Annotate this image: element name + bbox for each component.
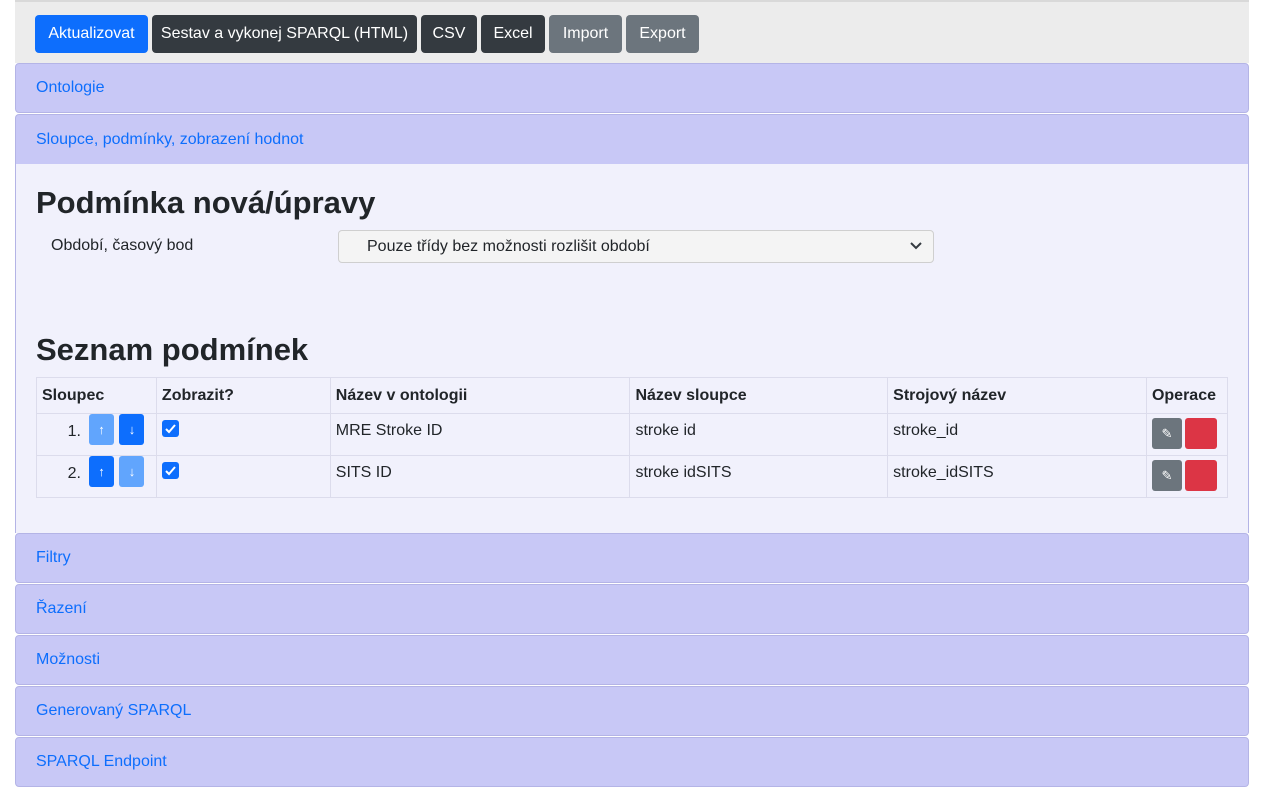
section-generovany-sparql[interactable]: Generovaný SPARQL bbox=[15, 686, 1249, 736]
move-down-button[interactable]: ↓ bbox=[119, 414, 145, 445]
build-run-sparql-button[interactable]: Sestav a vykonej SPARQL (HTML) bbox=[152, 15, 417, 53]
section-filtry-label: Filtry bbox=[36, 549, 71, 566]
table-row: 1. ↑ ↓ MRE Stroke ID stroke id stroke_id … bbox=[36, 413, 1229, 456]
section-generovany-label: Generovaný SPARQL bbox=[36, 702, 192, 719]
section-ontologie-label: Ontologie bbox=[36, 79, 105, 96]
chevron-down-icon bbox=[910, 242, 922, 250]
import-button[interactable]: Import bbox=[549, 15, 622, 53]
section-endpoint-label: SPARQL Endpoint bbox=[36, 753, 167, 770]
toolbar: Aktualizovat Sestav a vykonej SPARQL (HT… bbox=[15, 0, 1249, 63]
check-icon bbox=[165, 466, 176, 476]
move-up-button[interactable]: ↑ bbox=[89, 414, 114, 445]
section-razeni[interactable]: Řazení bbox=[15, 584, 1249, 634]
condition-form-heading: Podmínka nová/úpravy bbox=[36, 185, 376, 220]
row-sloupec-cell: 2. ↑ ↓ bbox=[36, 455, 157, 498]
row-operations-cell: ✎ bbox=[1145, 455, 1229, 498]
table-row: 2. ↑ ↓ SITS ID stroke idSITS stroke_idSIT… bbox=[36, 455, 1229, 498]
excel-button[interactable]: Excel bbox=[481, 15, 545, 53]
section-ontologie[interactable]: Ontologie bbox=[15, 63, 1249, 113]
section-razeni-label: Řazení bbox=[36, 600, 87, 617]
col-header-machine-name: Strojový název bbox=[887, 377, 1147, 414]
export-button[interactable]: Export bbox=[626, 15, 699, 53]
period-select[interactable]: Pouze třídy bez možnosti rozlišit období bbox=[338, 230, 934, 263]
col-header-sloupec: Sloupec bbox=[36, 377, 157, 414]
section-sparql-endpoint[interactable]: SPARQL Endpoint bbox=[15, 737, 1249, 787]
delete-button[interactable] bbox=[1184, 460, 1217, 491]
csv-button[interactable]: CSV bbox=[421, 15, 477, 53]
period-label: Období, časový bod bbox=[51, 237, 194, 254]
period-select-value: Pouze třídy bez možnosti rozlišit období bbox=[367, 237, 650, 255]
show-checkbox[interactable] bbox=[161, 420, 179, 437]
edit-button[interactable]: ✎ bbox=[1151, 460, 1182, 491]
check-icon bbox=[165, 424, 176, 434]
move-down-button[interactable]: ↓ bbox=[119, 456, 145, 487]
row-sloupec-cell: 1. ↑ ↓ bbox=[36, 413, 157, 456]
edit-button[interactable]: ✎ bbox=[1151, 418, 1182, 449]
delete-button[interactable] bbox=[1184, 418, 1217, 449]
section-moznosti[interactable]: Možnosti bbox=[15, 635, 1249, 685]
row-column-name: stroke idSITS bbox=[629, 455, 889, 498]
section-moznosti-label: Možnosti bbox=[36, 651, 101, 668]
section-sloupce[interactable]: Sloupce, podmínky, zobrazení hodnot bbox=[15, 114, 1249, 164]
table-header-row: Sloupec Zobrazit? Název v ontologii Náze… bbox=[36, 377, 1229, 414]
row-column-name: stroke id bbox=[629, 413, 889, 456]
row-operations-cell: ✎ bbox=[1145, 413, 1229, 456]
update-button[interactable]: Aktualizovat bbox=[35, 15, 148, 53]
row-ontology-name: SITS ID bbox=[329, 455, 631, 498]
section-sloupce-label: Sloupce, podmínky, zobrazení hodnot bbox=[36, 130, 304, 148]
col-header-ontology-name: Název v ontologii bbox=[329, 377, 631, 414]
move-up-button[interactable]: ↑ bbox=[89, 456, 114, 487]
row-ontology-name: MRE Stroke ID bbox=[329, 413, 631, 456]
row-show-cell bbox=[155, 455, 331, 498]
row-number: 1. bbox=[67, 422, 81, 440]
col-header-operations: Operace bbox=[1145, 377, 1229, 414]
section-filtry[interactable]: Filtry bbox=[15, 533, 1249, 583]
conditions-list-heading: Seznam podmínek bbox=[36, 332, 309, 367]
col-header-column-name: Název sloupce bbox=[629, 377, 889, 414]
row-number: 2. bbox=[67, 464, 81, 482]
col-header-zobrazit: Zobrazit? bbox=[155, 377, 331, 414]
row-show-cell bbox=[155, 413, 331, 456]
row-machine-name: stroke_id bbox=[887, 413, 1147, 456]
conditions-table: Sloupec Zobrazit? Název v ontologii Náze… bbox=[36, 377, 1229, 498]
row-machine-name: stroke_idSITS bbox=[887, 455, 1147, 498]
show-checkbox[interactable] bbox=[161, 462, 179, 479]
